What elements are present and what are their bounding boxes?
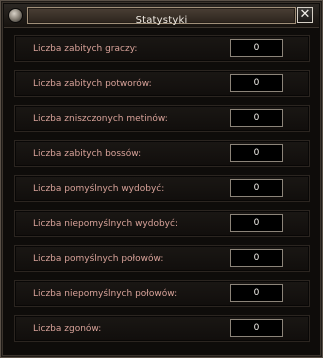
- stat-value: 0: [230, 284, 283, 302]
- title-plate: Statystyki: [27, 7, 296, 26]
- stat-value: 0: [230, 109, 283, 127]
- stat-row-metins-destroyed: Liczba zniszczonych metinów: 0: [14, 105, 310, 132]
- stat-value: 0: [230, 144, 283, 162]
- window-title: Statystyki: [135, 15, 188, 26]
- stat-value: 0: [230, 214, 283, 232]
- stat-label: Liczba zgonów:: [33, 324, 102, 334]
- stat-value: 0: [230, 39, 283, 57]
- stat-row-successful-mining: Liczba pomyślnych wydobyć: 0: [14, 175, 310, 202]
- stat-value: 0: [230, 249, 283, 267]
- stat-value: 0: [230, 74, 283, 92]
- stat-row-failed-fishing: Liczba niepomyślnych połowów: 0: [14, 280, 310, 307]
- stat-value: 0: [230, 319, 283, 337]
- stat-label: Liczba pomyślnych połowów:: [33, 254, 164, 264]
- stat-row-players-killed: Liczba zabitych graczy: 0: [14, 35, 310, 62]
- stat-row-bosses-killed: Liczba zabitych bossów: 0: [14, 140, 310, 167]
- stat-label: Liczba zabitych graczy:: [33, 44, 138, 54]
- stat-value: 0: [230, 179, 283, 197]
- close-icon: ✕: [299, 7, 311, 22]
- stat-label: Liczba zabitych potworów:: [33, 79, 152, 89]
- statistics-window: Statystyki ✕ Liczba zabitych graczy: 0 L…: [0, 0, 323, 358]
- stat-row-failed-mining: Liczba niepomyślnych wydobyć: 0: [14, 210, 310, 237]
- stat-label: Liczba pomyślnych wydobyć:: [33, 184, 165, 194]
- stat-row-successful-fishing: Liczba pomyślnych połowów: 0: [14, 245, 310, 272]
- title-bar[interactable]: Statystyki: [4, 4, 319, 28]
- pin-icon: [8, 8, 23, 23]
- stat-label: Liczba zabitych bossów:: [33, 149, 142, 159]
- stat-label: Liczba zniszczonych metinów:: [33, 114, 168, 124]
- close-button[interactable]: ✕: [297, 7, 313, 23]
- stat-label: Liczba niepomyślnych połowów:: [33, 289, 178, 299]
- stat-row-monsters-killed: Liczba zabitych potworów: 0: [14, 70, 310, 97]
- stat-row-deaths: Liczba zgonów: 0: [14, 315, 310, 342]
- stat-label: Liczba niepomyślnych wydobyć:: [33, 219, 178, 229]
